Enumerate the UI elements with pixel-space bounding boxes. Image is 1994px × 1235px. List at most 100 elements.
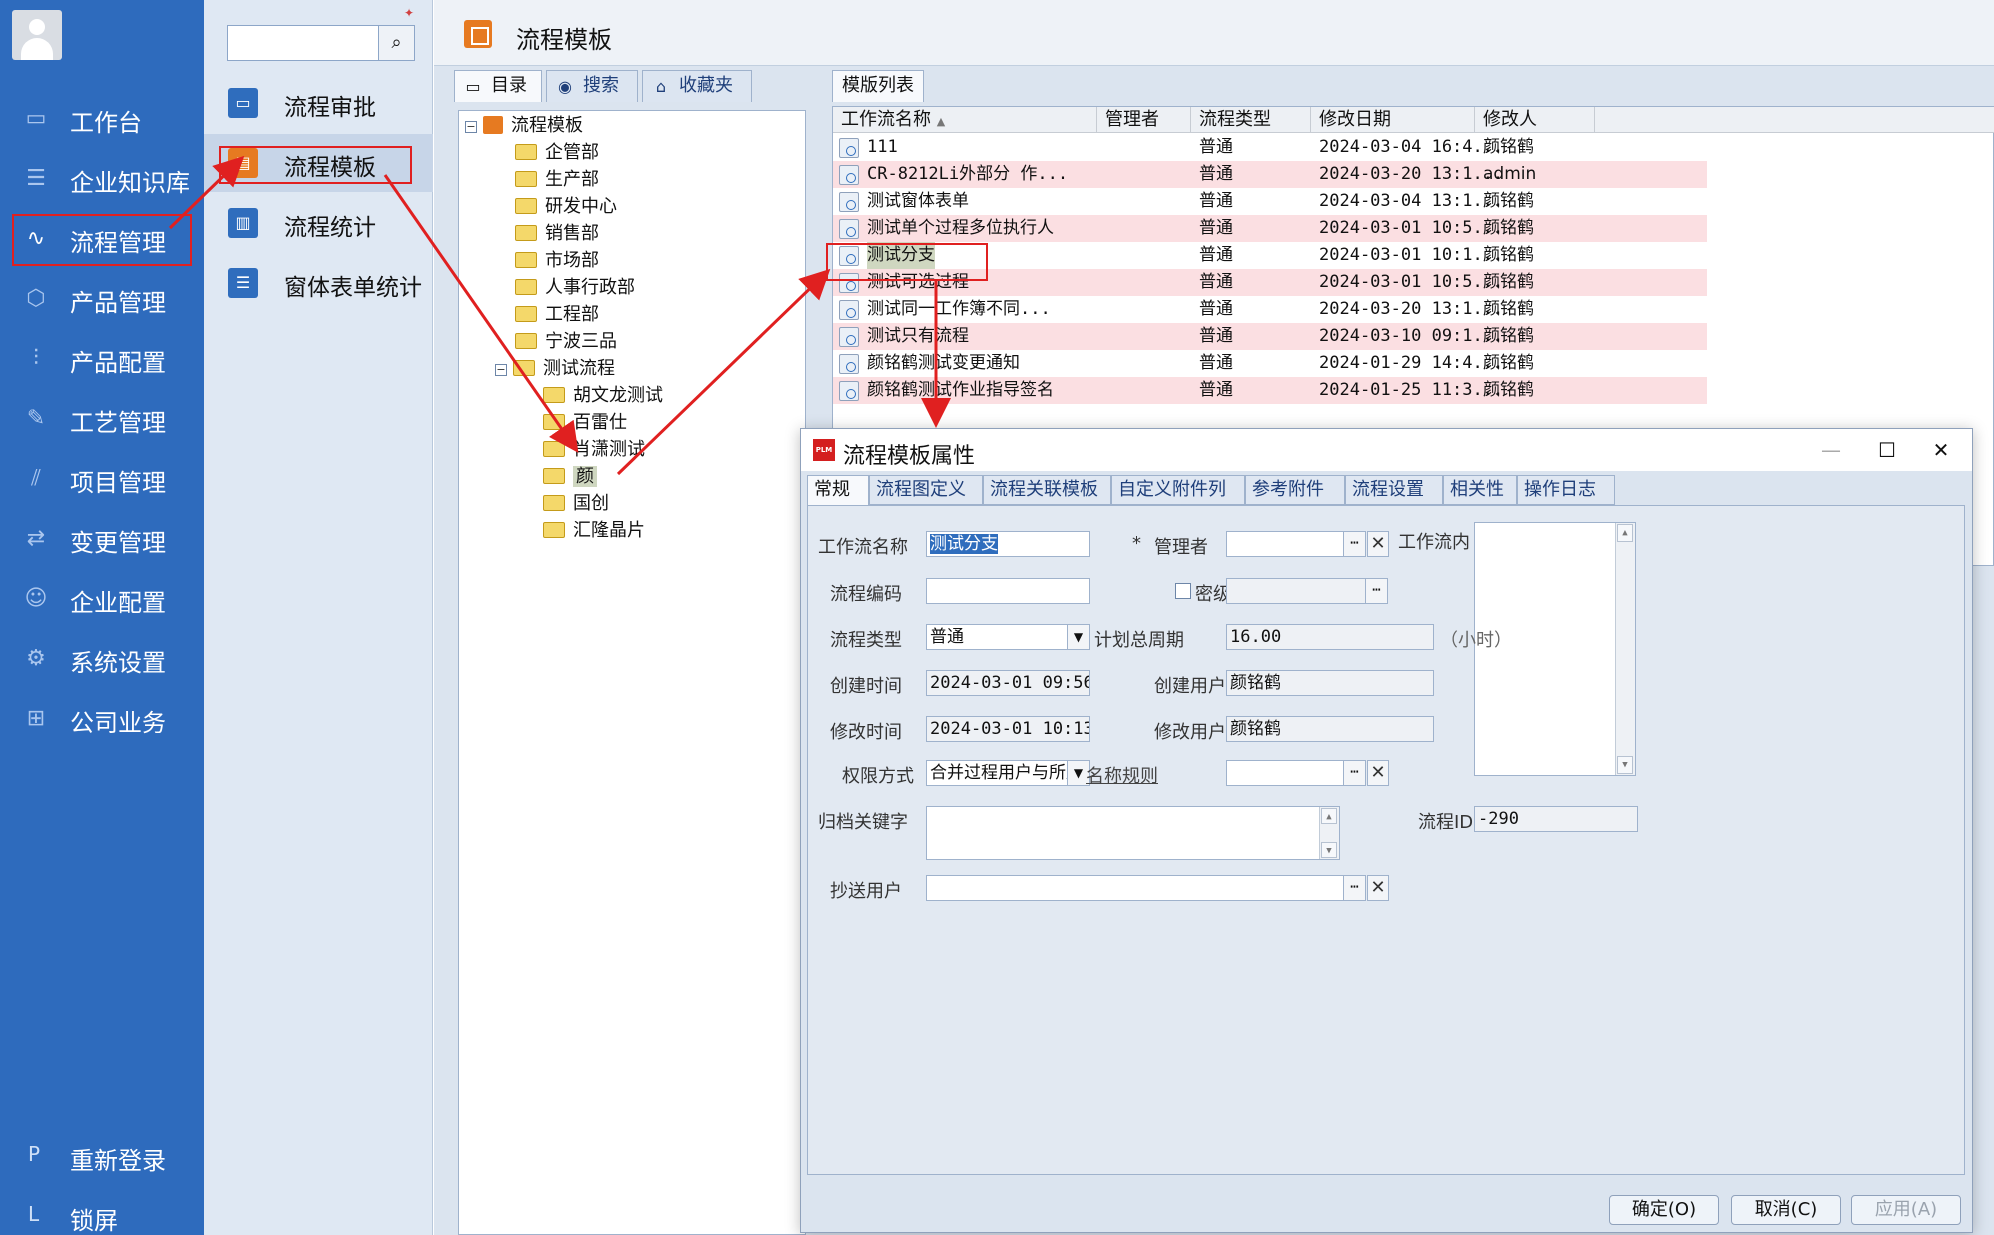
tree-node[interactable]: 企管部 <box>515 140 599 166</box>
tab-related-templates[interactable]: 流程关联模板 <box>983 475 1111 505</box>
tab-workflow-settings[interactable]: 流程设置 <box>1345 475 1443 505</box>
clear-cc-button[interactable]: ✕ <box>1367 875 1389 901</box>
tree-node[interactable]: 研发中心 <box>515 194 617 220</box>
secret-checkbox[interactable] <box>1175 583 1191 599</box>
more-icon[interactable]: ⋯ <box>1343 876 1365 900</box>
nav-item-process-management[interactable]: ✎ 工艺管理 <box>0 392 204 446</box>
tree-root[interactable]: − 流程模板 <box>465 113 583 139</box>
table-row[interactable]: 测试窗体表单 普通 2024-03-04 13:1... 颜铭鹤 <box>833 188 1707 215</box>
clear-naming-rule-button[interactable]: ✕ <box>1367 760 1389 786</box>
nav-item-system-settings[interactable]: ⚙ 系统设置 <box>0 632 204 686</box>
tree-node[interactable]: 汇隆晶片 <box>543 518 645 544</box>
search-icon[interactable]: ⌕ <box>378 26 414 60</box>
permission-select[interactable]: 合并过程用户与所属 ▼ <box>926 760 1090 786</box>
tree-node[interactable]: 肖潇测试 <box>543 437 645 463</box>
table-row[interactable]: 测试单个过程多位执行人 普通 2024-03-01 10:5... 颜铭鹤 <box>833 215 1707 242</box>
table-row[interactable]: 颜铭鹤测试变更通知 普通 2024-01-29 14:4... 颜铭鹤 <box>833 350 1707 377</box>
plm-logo-icon: PLM <box>813 439 835 461</box>
ok-button[interactable]: 确定(O) <box>1609 1195 1719 1225</box>
dialog-titlebar[interactable]: PLM 流程模板属性 — ☐ ✕ <box>801 429 1972 471</box>
scroll-down-icon[interactable]: ▼ <box>1617 756 1633 774</box>
nav-item-company-business[interactable]: ⊞ 公司业务 <box>0 692 204 746</box>
nav-item-project-management[interactable]: ⫽ 项目管理 <box>0 452 204 506</box>
more-icon[interactable]: ⋯ <box>1365 579 1387 603</box>
column-header-modifier[interactable]: 修改人 <box>1475 107 1595 133</box>
tree-node[interactable]: 生产部 <box>515 167 599 193</box>
tab-operation-log[interactable]: 操作日志 <box>1517 475 1615 505</box>
column-header-name[interactable]: 工作流名称 ▲ <box>833 107 1097 133</box>
workflow-type-select[interactable]: 普通 ▼ <box>926 624 1090 650</box>
search-icon: ◉ <box>558 77 572 96</box>
naming-rule-field[interactable]: ⋯ <box>1226 760 1366 786</box>
nav-item-change-management[interactable]: ⇄ 变更管理 <box>0 512 204 566</box>
collapse-icon[interactable]: − <box>495 364 507 376</box>
more-icon[interactable]: ⋯ <box>1343 761 1365 785</box>
tree-node[interactable]: 国创 <box>543 491 609 517</box>
nav-item-product-management[interactable]: ⬡ 产品管理 <box>0 272 204 326</box>
subnav-item-form-stats[interactable]: ☰ 窗体表单统计 <box>204 254 433 312</box>
pin-icon[interactable]: ✦ <box>404 6 416 20</box>
clear-manager-button[interactable]: ✕ <box>1367 531 1389 557</box>
nav-item-knowledge-base[interactable]: ☰ 企业知识库 <box>0 152 204 206</box>
workflow-code-field[interactable] <box>926 578 1090 604</box>
workflow-name-field[interactable]: 测试分支 <box>926 531 1090 557</box>
naming-rule-link[interactable]: 名称规则 <box>1086 762 1158 788</box>
archive-keywords-textarea[interactable]: ▲ ▼ <box>926 806 1340 860</box>
table-row[interactable]: CR-8212Li外部分 作... 普通 2024-03-20 13:1... adm… <box>833 161 1707 188</box>
tree-node[interactable]: 销售部 <box>515 221 599 247</box>
close-icon[interactable]: ✕ <box>1921 435 1961 465</box>
table-row[interactable]: 颜铭鹤测试作业指导签名 普通 2024-01-25 11:3... 颜铭鹤 <box>833 377 1707 404</box>
relogin-button[interactable]: P 重新登录 <box>0 1130 204 1184</box>
column-header-date[interactable]: 修改日期 <box>1311 107 1475 133</box>
tree-node[interactable]: 百雷仕 <box>543 410 627 436</box>
tree-node-selected[interactable]: 颜 <box>543 464 597 490</box>
tree-node[interactable]: 胡文龙测试 <box>543 383 663 409</box>
tab-favorites[interactable]: ⌂ 收藏夹 <box>642 70 752 102</box>
scrollbar[interactable]: ▲ ▼ <box>1615 523 1635 775</box>
tab-relevance[interactable]: 相关性 <box>1443 475 1517 505</box>
tree-node[interactable]: 市场部 <box>515 248 599 274</box>
table-row[interactable]: 测试同一工作簿不同... 普通 2024-03-20 13:1... 颜铭鹤 <box>833 296 1707 323</box>
tab-search[interactable]: ◉ 搜索 <box>546 70 638 102</box>
tree-node[interactable]: 工程部 <box>515 302 599 328</box>
collapse-icon[interactable]: − <box>465 121 477 133</box>
nav-item-workbench[interactable]: ▭ 工作台 <box>0 92 204 146</box>
scroll-up-icon[interactable]: ▲ <box>1617 524 1633 542</box>
name-label: 工作流名称 <box>818 537 908 558</box>
column-header-type[interactable]: 流程类型 <box>1191 107 1311 133</box>
secret-level-field[interactable]: ⋯ <box>1226 578 1388 604</box>
table-row[interactable]: 测试只有流程 普通 2024-03-10 09:1... 颜铭鹤 <box>833 323 1707 350</box>
table-row[interactable]: 111 普通 2024-03-04 16:4... 颜铭鹤 <box>833 134 1707 161</box>
subnav-search-input[interactable]: ⌕ <box>227 25 415 61</box>
manager-field[interactable]: ⋯ <box>1226 531 1366 557</box>
column-header-manager[interactable]: 管理者 <box>1097 107 1191 133</box>
scrollbar[interactable]: ▲ ▼ <box>1319 807 1339 859</box>
apply-button[interactable]: 应用(A) <box>1851 1195 1961 1225</box>
nav-label: 工作台 <box>70 109 142 137</box>
subnav-item-statistics[interactable]: ▥ 流程统计 <box>204 194 433 252</box>
cancel-button[interactable]: 取消(C) <box>1731 1195 1841 1225</box>
tab-flowchart[interactable]: 流程图定义 <box>869 475 983 505</box>
scroll-up-icon[interactable]: ▲ <box>1321 808 1337 824</box>
user-avatar[interactable] <box>12 10 62 60</box>
chevron-down-icon[interactable]: ▼ <box>1067 625 1089 649</box>
tree-node[interactable]: 宁波三品 <box>515 329 617 355</box>
nav-item-product-config[interactable]: ⫶ 产品配置 <box>0 332 204 386</box>
nav-item-enterprise-config[interactable]: ☺ 企业配置 <box>0 572 204 626</box>
minimize-icon[interactable]: — <box>1811 435 1851 465</box>
tab-general[interactable]: 常规 <box>807 475 869 507</box>
cc-users-field[interactable]: ⋯ <box>926 875 1366 901</box>
subnav-item-approval[interactable]: ▭ 流程审批 <box>204 74 433 132</box>
tab-template-list[interactable]: 模版列表 <box>832 70 924 102</box>
tab-directory[interactable]: ▭ 目录 <box>454 70 542 102</box>
lock-screen-button[interactable]: L 锁屏 <box>0 1190 204 1235</box>
folder-icon <box>515 252 537 268</box>
scroll-down-icon[interactable]: ▼ <box>1321 842 1337 858</box>
tab-custom-attachments[interactable]: 自定义附件列 <box>1111 475 1245 505</box>
tree-node[interactable]: 人事行政部 <box>515 275 635 301</box>
maximize-icon[interactable]: ☐ <box>1867 435 1907 465</box>
tab-reference-attachments[interactable]: 参考附件 <box>1245 475 1345 505</box>
more-icon[interactable]: ⋯ <box>1343 532 1365 556</box>
planned-duration-field[interactable]: 16.00 <box>1226 624 1434 650</box>
tree-node-expanded[interactable]: − 测试流程 <box>495 356 615 382</box>
